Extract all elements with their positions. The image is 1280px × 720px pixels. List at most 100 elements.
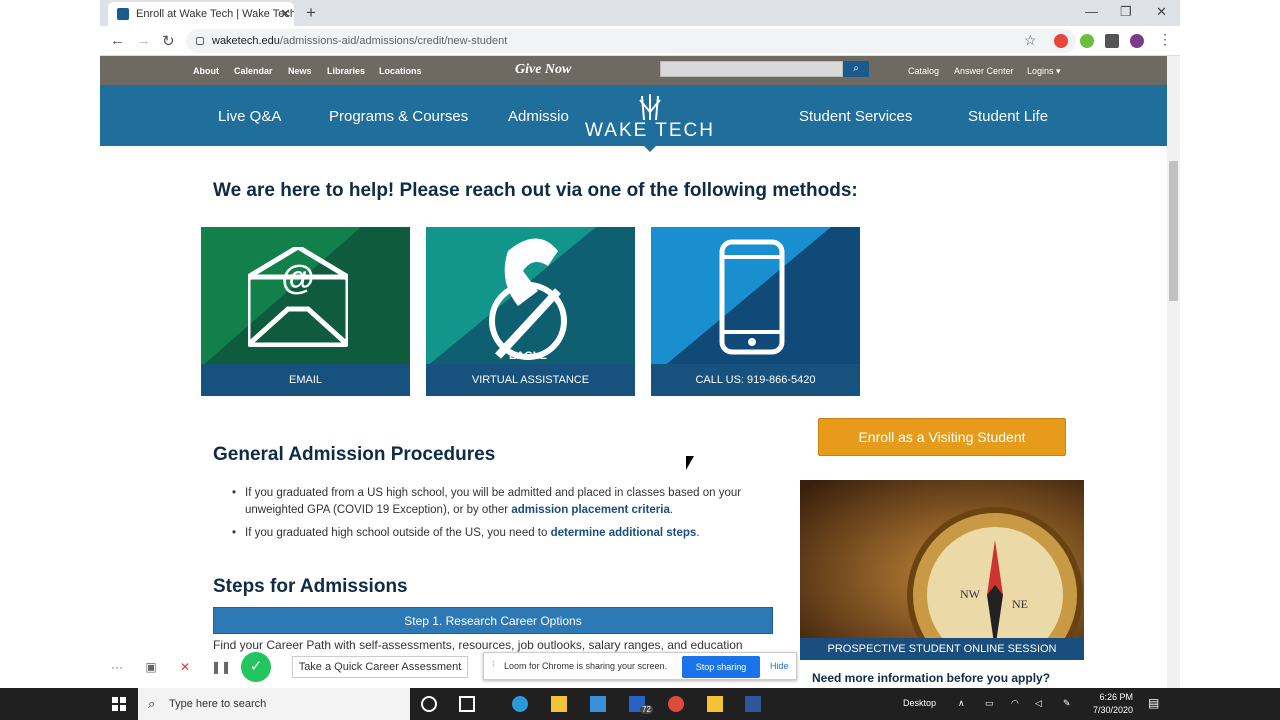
loom-camera-icon[interactable]: ▣ xyxy=(140,656,162,678)
nav-logins[interactable]: Logins ▾ xyxy=(1027,66,1061,77)
back-icon[interactable]: ← xyxy=(110,32,125,49)
forward-icon[interactable]: → xyxy=(136,32,151,49)
loom-more-icon[interactable]: ··· xyxy=(106,656,128,678)
battery-icon[interactable]: ▭ xyxy=(985,698,994,709)
search-icon[interactable]: ⌕ xyxy=(843,61,869,77)
quick-career-assessment-button[interactable]: Take a Quick Career Assessment xyxy=(292,656,468,678)
taskbar-search-placeholder: Type here to search xyxy=(169,698,267,710)
task-view-icon[interactable] xyxy=(459,696,475,712)
nav-admissions[interactable]: Admissio xyxy=(508,108,569,125)
mail-badge: 72 xyxy=(640,705,653,714)
logo-text: WAKE TECH xyxy=(585,120,715,141)
need-more-info-text: Need more information before you apply? xyxy=(812,671,1051,685)
svg-text:NW: NW xyxy=(960,587,981,601)
tab-bar: Enroll at Wake Tech | Wake Tech ✕ + — ❐ … xyxy=(100,0,1180,26)
tray-chevron-icon[interactable]: ∧ xyxy=(958,698,965,709)
minimize-icon[interactable]: — xyxy=(1085,4,1098,19)
item2-text: If you graduated high school outside of … xyxy=(245,527,548,539)
scrollbar-thumb[interactable] xyxy=(1169,161,1178,301)
browser-tab[interactable]: Enroll at Wake Tech | Wake Tech ✕ xyxy=(108,2,294,26)
envelope-icon: @ xyxy=(248,247,348,347)
admission-procedures-list: If you graduated from a US high school, … xyxy=(230,485,775,548)
help-heading: We are here to help! Please reach out vi… xyxy=(213,180,858,201)
browser-toolbar: ← → ↻ waketech.edu/admissions-aid/admiss… xyxy=(100,26,1180,56)
call-card-label: CALL US: 919-866-5420 xyxy=(651,364,860,396)
folder-icon[interactable] xyxy=(707,696,723,712)
email-card[interactable]: @ EMAIL xyxy=(201,227,410,396)
volume-icon[interactable]: ◁ xyxy=(1035,698,1042,709)
browser-window: Enroll at Wake Tech | Wake Tech ✕ + — ❐ … xyxy=(100,0,1180,688)
loom-finish-icon[interactable]: ✓ xyxy=(241,652,271,682)
windows-start-icon[interactable] xyxy=(111,696,127,712)
clock-time: 6:26 PM xyxy=(1099,692,1133,702)
menu-dots-icon[interactable]: ⋮ xyxy=(1158,31,1172,48)
nav-locations[interactable]: Locations xyxy=(379,66,422,76)
tab-title: Enroll at Wake Tech | Wake Tech xyxy=(136,8,294,20)
utility-nav: About Calendar News Libraries Locations … xyxy=(100,56,1167,85)
nav-student-life[interactable]: Student Life xyxy=(968,108,1048,125)
nav-libraries[interactable]: Libraries xyxy=(327,66,365,76)
edge-icon[interactable] xyxy=(512,696,528,712)
chrome-icon[interactable] xyxy=(668,696,684,712)
call-us-card[interactable]: CALL US: 919-866-5420 xyxy=(651,227,860,396)
nav-live-qa[interactable]: Live Q&A xyxy=(218,108,281,125)
extensions-puzzle-icon[interactable] xyxy=(1105,34,1119,48)
clock-date: 7/30/2020 xyxy=(1092,705,1133,715)
share-message: Loom for Chrome is sharing your screen. xyxy=(504,661,668,671)
pen-icon[interactable]: ✎ xyxy=(1063,698,1071,709)
determine-steps-link[interactable]: determine additional steps xyxy=(551,527,697,539)
nav-programs-courses[interactable]: Programs & Courses xyxy=(329,108,468,125)
wifi-icon[interactable]: ◠ xyxy=(1011,698,1019,709)
taskbar-search-input[interactable]: ⌕ Type here to search xyxy=(138,688,410,720)
nav-about[interactable]: About xyxy=(193,66,219,76)
reload-icon[interactable]: ↻ xyxy=(162,32,175,50)
svg-text:@: @ xyxy=(281,259,314,297)
give-now-link[interactable]: Give Now xyxy=(515,62,571,78)
general-admission-heading: General Admission Procedures xyxy=(213,444,496,465)
nav-notch xyxy=(638,140,662,152)
nav-news[interactable]: News xyxy=(288,66,312,76)
clock[interactable]: 6:26 PM 7/30/2020 xyxy=(1085,691,1133,717)
search-icon: ⌕ xyxy=(148,696,156,711)
page-scrollbar[interactable] xyxy=(1167,56,1180,688)
close-window-icon[interactable]: ✕ xyxy=(1156,4,1167,20)
store-icon[interactable] xyxy=(590,696,606,712)
loom-pause-icon[interactable]: ❚❚ xyxy=(210,656,232,678)
site-search-input[interactable] xyxy=(660,61,843,77)
nav-catalog[interactable]: Catalog xyxy=(908,66,939,76)
nav-student-services[interactable]: Student Services xyxy=(799,108,912,125)
screen-share-bar: ⁞ Loom for Chrome is sharing your screen… xyxy=(483,652,797,680)
stop-sharing-button[interactable]: Stop sharing xyxy=(682,656,760,678)
notifications-icon[interactable]: ▤ xyxy=(1148,696,1159,710)
admission-placement-link[interactable]: admission placement criteria xyxy=(511,504,670,516)
drag-handle-icon[interactable]: ⁞ xyxy=(492,659,495,669)
online-session-promo[interactable]: NW NE PROSPECTIVE STUDENT ONLINE SESSION xyxy=(800,480,1084,670)
url-domain: waketech.edu xyxy=(212,35,280,47)
phone-icon xyxy=(719,239,785,355)
nav-calendar[interactable]: Calendar xyxy=(234,66,273,76)
lock-icon xyxy=(196,37,204,45)
hide-button[interactable]: Hide xyxy=(770,661,789,671)
address-bar[interactable]: waketech.edu/admissions-aid/admissions/c… xyxy=(186,29,1076,53)
word-icon[interactable] xyxy=(745,696,761,712)
extension-loom-icon[interactable] xyxy=(1054,34,1068,48)
enroll-visiting-student-button[interactable]: Enroll as a Visiting Student xyxy=(818,418,1066,456)
steps-heading: Steps for Admissions xyxy=(213,576,408,597)
extension-grammarly-icon[interactable] xyxy=(1080,34,1094,48)
wheat-logo-icon xyxy=(639,94,661,120)
loom-cancel-icon[interactable]: ✕ xyxy=(174,656,196,678)
desktop-toolbar[interactable]: Desktop xyxy=(903,698,936,708)
nav-answer-center[interactable]: Answer Center xyxy=(954,66,1014,76)
wake-tech-logo[interactable]: WAKE TECH xyxy=(577,90,723,141)
step1-accordion[interactable]: Step 1. Research Career Options xyxy=(213,607,773,634)
close-tab-icon[interactable]: ✕ xyxy=(280,6,291,22)
new-tab-icon[interactable]: + xyxy=(306,3,316,23)
bookmark-star-icon[interactable]: ☆ xyxy=(1024,32,1037,49)
virtual-assistance-card[interactable]: EAGLE VIRTUAL ASSISTANCE xyxy=(426,227,635,396)
cortana-icon[interactable] xyxy=(421,696,437,712)
svg-text:EAGLE: EAGLE xyxy=(509,350,547,361)
compass-image: NW NE xyxy=(800,480,1084,670)
restore-icon[interactable]: ❐ xyxy=(1120,4,1132,20)
profile-avatar-icon[interactable] xyxy=(1130,34,1144,48)
file-explorer-icon[interactable] xyxy=(551,696,567,712)
